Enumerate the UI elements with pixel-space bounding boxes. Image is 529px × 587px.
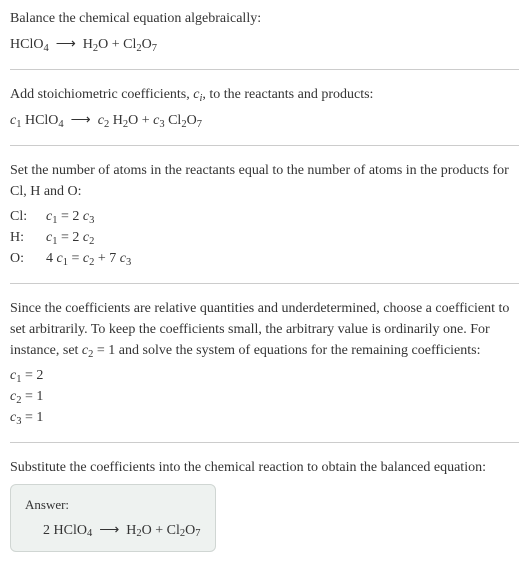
sub: 3 [16, 416, 21, 427]
answer-r1-sub: 2 [136, 528, 141, 539]
answer-r1b: O + Cl [142, 523, 180, 538]
product-o: O [142, 37, 152, 52]
c2-sub: 2 [104, 119, 109, 130]
step2-section: Set the number of atoms in the reactants… [10, 160, 519, 269]
sp3b: O [187, 113, 197, 128]
step3-text-b: and solve the system of equations for th… [115, 343, 480, 358]
solution-row: c3 = 1 [10, 407, 519, 428]
answer-lhs-sub: 4 [87, 528, 92, 539]
sp2: H [109, 113, 123, 128]
answer-r1d: O [185, 523, 195, 538]
product-cl-sub: 2 [136, 43, 141, 54]
step3-section: Since the coefficients are relative quan… [10, 298, 519, 428]
val: = 1 [21, 410, 43, 425]
answer-label: Answer: [25, 495, 201, 515]
answer-lhs: 2 HClO [43, 523, 87, 538]
step1-text: Add stoichiometric coefficients, ci, to … [10, 84, 519, 105]
divider [10, 283, 519, 284]
cl-sub: 1 [52, 215, 57, 226]
step3-text: Since the coefficients are relative quan… [10, 298, 519, 361]
mid: = 2 [57, 209, 82, 224]
sp3c-sub: 7 [197, 119, 202, 130]
intro-section: Balance the chemical equation algebraica… [10, 8, 519, 55]
solutions-list: c1 = 2 c2 = 1 c3 = 1 [10, 365, 519, 428]
step4-section: Substitute the coefficients into the che… [10, 457, 519, 552]
sp1: HClO [21, 113, 58, 128]
cr-sub: 3 [89, 215, 94, 226]
c2-sub: 2 [89, 257, 94, 268]
product-h2o-sub: 2 [93, 43, 98, 54]
step4-text: Substitute the coefficients into the che… [10, 457, 519, 478]
step2-text: Set the number of atoms in the reactants… [10, 160, 519, 202]
step1-section: Add stoichiometric coefficients, ci, to … [10, 84, 519, 131]
c1-sub: 1 [63, 257, 68, 268]
step1-equation: c1 HClO4 ⟶ c2 H2O + c3 Cl2O7 [10, 109, 519, 131]
c1: c [57, 251, 63, 266]
intro-title: Balance the chemical equation algebraica… [10, 8, 519, 29]
mid: = [68, 251, 83, 266]
answer-r1: H [123, 523, 137, 538]
sp1-sub: 4 [58, 119, 63, 130]
arrow-icon: ⟶ [56, 35, 76, 51]
reactant-sub: 4 [43, 43, 48, 54]
c3-sub: 3 [159, 119, 164, 130]
sp2-sub: 2 [123, 119, 128, 130]
atom-balance-table: Cl: c1 = 2 c3 H: c1 = 2 c2 O: 4 c1 = c2 … [10, 206, 519, 269]
element-label: Cl: [10, 206, 38, 227]
arrow-icon: ⟶ [71, 111, 91, 127]
balance-eq: 4 c1 = c2 + 7 c3 [46, 248, 131, 269]
c1-sub: 1 [16, 119, 21, 130]
val: = 1 [21, 389, 43, 404]
reactant: HClO [10, 37, 43, 52]
answer-box: Answer: 2 HClO4 ⟶ H2O + Cl2O7 [10, 484, 216, 552]
divider [10, 69, 519, 70]
mid: = 2 [57, 230, 82, 245]
divider [10, 145, 519, 146]
element-label: O: [10, 248, 38, 269]
sp3: Cl [165, 113, 182, 128]
divider [10, 442, 519, 443]
product-plus: O + Cl [98, 37, 136, 52]
answer-r1c-sub: 2 [180, 528, 185, 539]
ci-sub: i [199, 93, 202, 104]
val: = 2 [21, 368, 43, 383]
solution-row: c2 = 1 [10, 386, 519, 407]
c3-sub: 3 [126, 257, 131, 268]
balance-eq: c1 = 2 c2 [46, 227, 94, 248]
sub: 2 [16, 395, 21, 406]
cl-sub: 1 [52, 236, 57, 247]
sp2b: O + [128, 113, 153, 128]
product-o-sub: 7 [152, 43, 157, 54]
step1-text-a: Add stoichiometric coefficients, [10, 87, 193, 102]
p1: 4 [46, 251, 57, 266]
table-row: H: c1 = 2 c2 [10, 227, 519, 248]
cvar-val: = 1 [93, 343, 115, 358]
table-row: Cl: c1 = 2 c3 [10, 206, 519, 227]
product-h2o: H [83, 37, 93, 52]
step1-text-b: , to the reactants and products: [202, 87, 373, 102]
intro-equation: HClO4 ⟶ H2O + Cl2O7 [10, 33, 519, 55]
answer-equation: 2 HClO4 ⟶ H2O + Cl2O7 [25, 519, 201, 541]
answer-r1e-sub: 7 [195, 528, 200, 539]
balance-eq: c1 = 2 c3 [46, 206, 94, 227]
cvar-sub: 2 [88, 349, 93, 360]
plus: + 7 [94, 251, 119, 266]
cr-sub: 2 [89, 236, 94, 247]
table-row: O: 4 c1 = c2 + 7 c3 [10, 248, 519, 269]
element-label: H: [10, 227, 38, 248]
sub: 1 [16, 374, 21, 385]
arrow-icon: ⟶ [99, 521, 119, 537]
sp3-sub: 2 [181, 119, 186, 130]
solution-row: c1 = 2 [10, 365, 519, 386]
